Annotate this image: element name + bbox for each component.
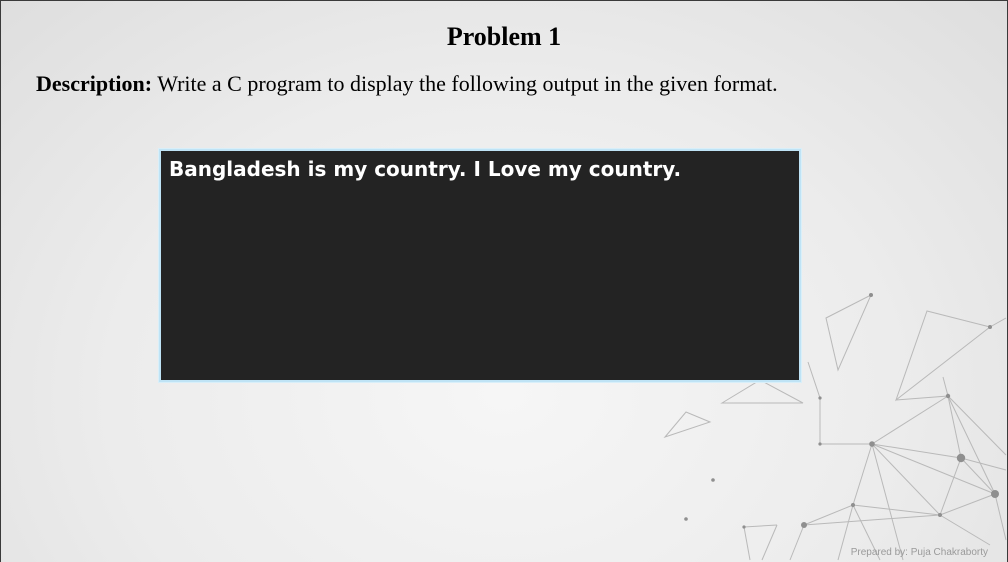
slide-border-top [0,0,1008,1]
slide: Problem 1 Description: Write a C program… [0,0,1008,562]
footer-credit: Prepared by: Puja Chakraborty [850,547,988,558]
slide-border-left [0,0,1,562]
console-output-box: Bangladesh is my country. I Love my coun… [159,149,801,382]
console-output-text: Bangladesh is my country. I Love my coun… [169,157,682,181]
description-label: Description: [36,71,153,96]
problem-description: Description: Write a C program to displa… [36,71,778,97]
slide-title: Problem 1 [446,22,562,51]
description-text: Write a C program to display the followi… [152,71,778,96]
